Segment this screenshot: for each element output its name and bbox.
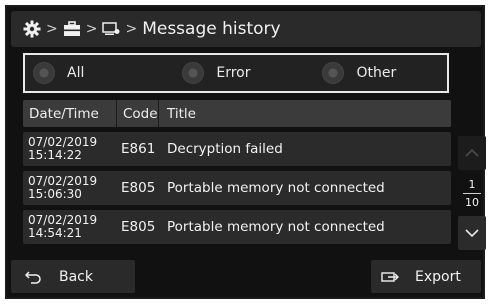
row-title: Portable memory not connected [167,219,385,235]
filter-error-radio[interactable]: Error [182,62,250,84]
page-down-button[interactable] [458,216,486,250]
row-datetime: 07/02/2019 14:54:21 [23,214,117,240]
page-title: Message history [142,19,281,39]
total-pages: 10 [465,195,479,209]
column-header-datetime: Date/Time [23,100,117,127]
column-header-code: Code [117,100,159,127]
row-datetime: 07/02/2019 15:14:22 [23,136,117,162]
message-history-window: > > > Message history All Error Other Da… [5,5,486,299]
table-row[interactable]: 07/02/2019 14:54:21 E805 Portable memory… [23,210,451,244]
back-button[interactable]: Back [11,260,135,293]
breadcrumb-separator: > [85,21,98,37]
radio-indicator [182,62,205,84]
chevron-up-icon [465,149,479,157]
export-label: Export [415,268,461,285]
filter-all-radio[interactable]: All [33,62,84,84]
row-code: E861 [121,141,156,157]
export-button[interactable]: Export [371,260,481,293]
filter-bar: All Error Other [23,53,449,93]
breadcrumb-separator: > [46,21,58,37]
table-header: Date/Time Code Title [23,100,451,127]
filter-other-label: Other [356,65,397,81]
table-row[interactable]: 07/02/2019 15:14:22 E861 Decryption fail… [23,132,451,166]
header-bar: > > > Message history [11,11,481,47]
page-indicator: 1 10 [458,176,486,210]
toolbox-icon[interactable] [63,21,81,37]
row-time: 14:54:21 [28,226,82,240]
row-time: 15:14:22 [28,148,82,162]
filter-all-label: All [67,65,85,81]
filter-other-radio[interactable]: Other [322,62,396,84]
row-code: E805 [121,180,156,196]
breadcrumb-separator: > [125,21,138,37]
row-datetime: 07/02/2019 15:06:30 [23,175,117,201]
gear-icon[interactable] [23,20,41,38]
radio-indicator [33,62,55,84]
back-arrow-icon [25,270,41,284]
filter-error-label: Error [216,65,251,81]
radio-indicator [322,62,345,84]
back-label: Back [59,268,93,285]
column-header-title: Title [167,105,196,122]
current-page: 1 [468,177,476,191]
row-time: 15:06:30 [28,187,82,201]
row-title: Decryption failed [167,141,283,157]
export-icon [381,271,399,282]
row-title: Portable memory not connected [167,180,385,196]
device-icon[interactable] [102,22,120,36]
table-row[interactable]: 07/02/2019 15:06:30 E805 Portable memory… [23,171,451,205]
chevron-down-icon [465,229,479,237]
page-divider [463,192,481,194]
pager: 1 10 [458,136,486,250]
page-up-button[interactable] [458,136,486,170]
row-code: E805 [121,219,156,235]
message-table: Date/Time Code Title 07/02/2019 15:14:22… [23,100,451,244]
